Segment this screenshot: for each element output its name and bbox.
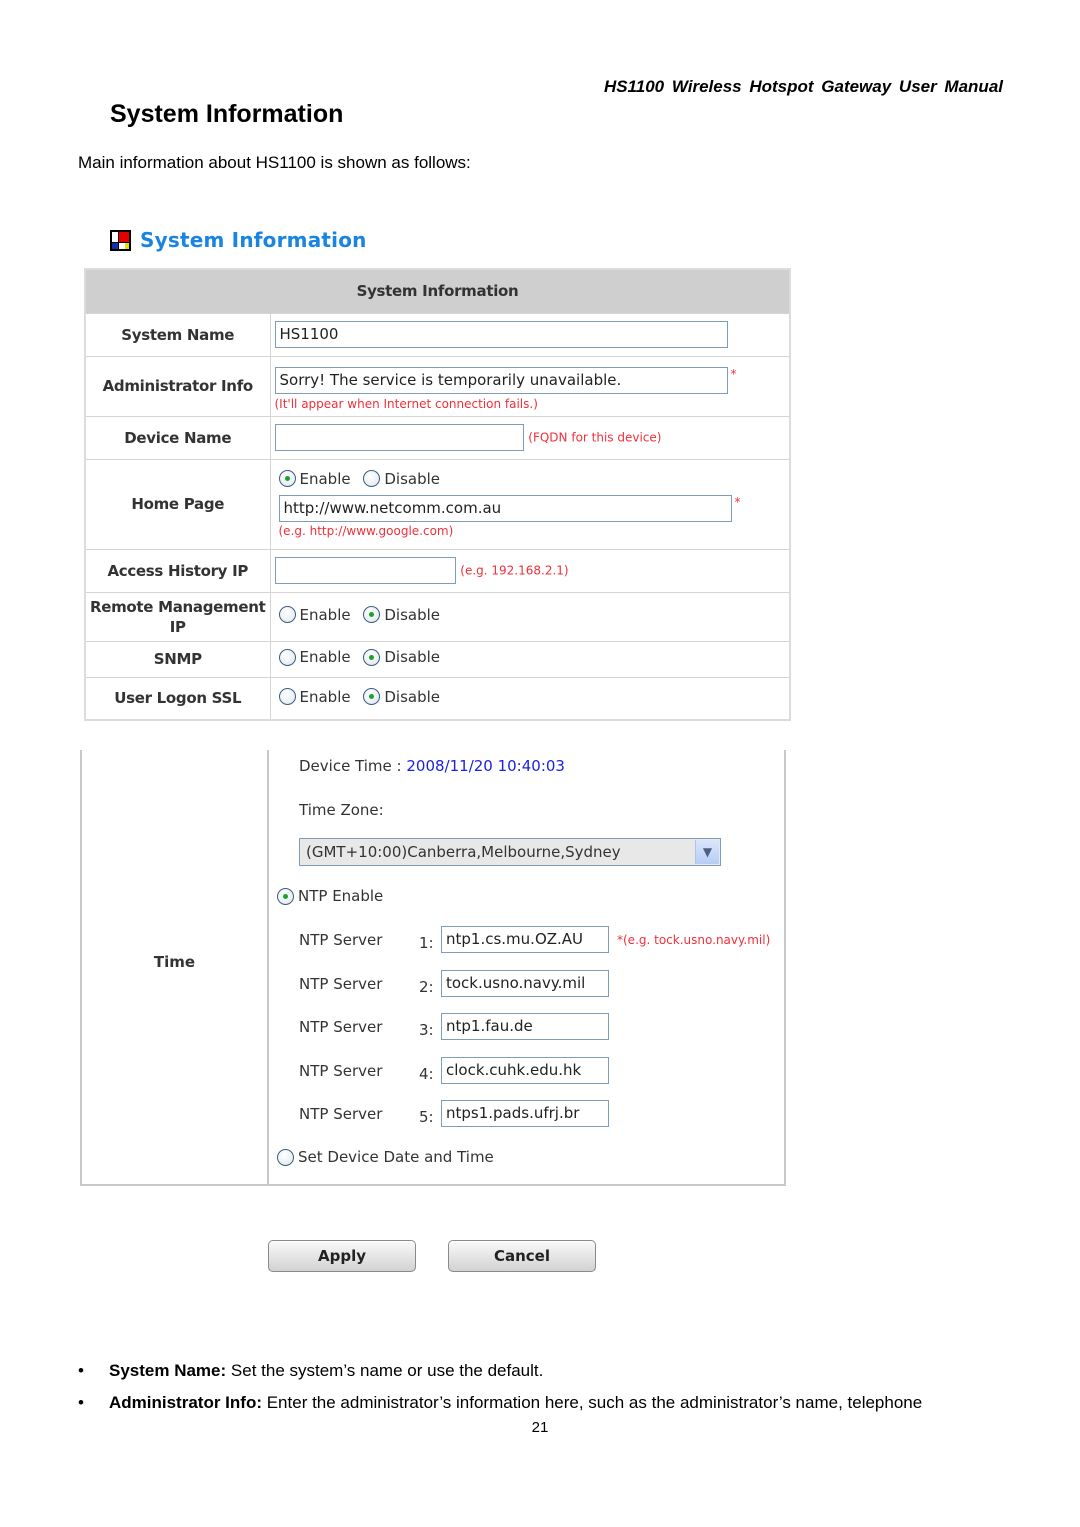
ntp-server-row-3: NTP Server 3: ntp1.fau.de [299, 1013, 609, 1040]
access-history-ip-input[interactable] [274, 557, 456, 584]
snmp-label: SNMP [84, 640, 271, 678]
ui-title-text: System Information [140, 228, 367, 252]
section-title: System Information [110, 100, 344, 128]
set-device-time-option: Set Device Date and Time [277, 1148, 502, 1170]
remote-management-disable-radio[interactable]: Disable [363, 606, 440, 624]
snmp-enable-radio[interactable]: Enable [278, 648, 351, 666]
radio-unselected-icon [363, 470, 381, 488]
ntp-server-row-4: NTP Server 4: clock.cuhk.edu.hk [299, 1057, 609, 1084]
device-time-value: 2008/11/20 10:40:03 [406, 757, 565, 775]
radio-selected-icon [363, 648, 381, 666]
apply-button[interactable]: Apply [268, 1240, 416, 1272]
time-label: Time [153, 953, 196, 971]
intro-text: Main information about HS1100 is shown a… [78, 153, 471, 172]
radio-selected-icon [278, 470, 296, 488]
chevron-down-icon[interactable]: ▼ [695, 840, 719, 864]
home-page-enable-radio[interactable]: Enable [278, 470, 351, 488]
device-name-input[interactable] [274, 424, 524, 451]
row-user-logon-ssl: User Logon SSL Enable Disable [84, 676, 791, 721]
set-device-time-radio[interactable]: Set Device Date and Time [277, 1148, 494, 1166]
user-logon-ssl-label: User Logon SSL [84, 676, 271, 721]
ntp-server-4-input[interactable]: clock.cuhk.edu.hk [441, 1057, 609, 1084]
system-name-label: System Name [84, 312, 271, 357]
ntp-server-1-input[interactable]: ntp1.cs.mu.OZ.AU [441, 926, 609, 953]
radio-selected-icon [363, 688, 381, 705]
radio-selected-icon [363, 606, 381, 624]
radio-unselected-icon [278, 648, 296, 666]
system-information-table: System Information System Name HS1100 Ad… [84, 268, 791, 721]
home-page-disable-radio[interactable]: Disable [363, 470, 440, 488]
ntp-enable-radio[interactable]: NTP Enable [277, 887, 383, 905]
row-device-name: Device Name (FQDN for this device) [84, 415, 791, 460]
required-marker: * [730, 366, 737, 381]
administrator-info-label: Administrator Info [84, 355, 271, 417]
remote-management-ip-label: Remote Management IP [84, 591, 271, 642]
device-name-label: Device Name [84, 415, 271, 460]
row-access-history-ip: Access History IP (e.g. 192.168.2.1) [84, 548, 791, 593]
access-history-ip-hint: (e.g. 192.168.2.1) [460, 563, 569, 578]
page-number: 21 [531, 1419, 549, 1436]
required-marker: * [734, 495, 741, 510]
row-administrator-info: Administrator Info Sorry! The service is… [84, 355, 791, 417]
user-logon-ssl-disable-radio[interactable]: Disable [363, 688, 440, 706]
ui-page-title: System Information [110, 228, 367, 252]
device-name-hint: (FQDN for this device) [528, 430, 662, 445]
row-home-page: Home Page Enable Disable http://www.netc… [84, 458, 791, 550]
radio-unselected-icon [278, 606, 296, 624]
running-header: HS1100 Wireless Hotspot Gateway User Man… [603, 77, 1003, 96]
access-history-ip-label: Access History IP [84, 548, 271, 593]
home-page-url-input[interactable]: http://www.netcomm.com.au [278, 495, 732, 523]
radio-unselected-icon [277, 1148, 294, 1166]
remote-management-enable-radio[interactable]: Enable [278, 606, 351, 624]
device-time: Device Time : 2008/11/20 10:40:03 [299, 757, 565, 775]
system-name-input[interactable]: HS1100 [274, 321, 728, 348]
radio-unselected-icon [278, 688, 296, 705]
row-snmp: SNMP Enable Disable [84, 640, 791, 678]
ntp-server-hint: *(e.g. tock.usno.navy.mil) [617, 932, 771, 947]
ntp-server-row-5: NTP Server 5: ntps1.pads.ufrj.br [299, 1100, 609, 1127]
ntp-server-row-2: NTP Server 2: tock.usno.navy.mil [299, 970, 609, 997]
row-system-name: System Name HS1100 [84, 312, 791, 357]
home-page-hint: (e.g. http://www.google.com) [278, 524, 454, 539]
radio-selected-icon [277, 887, 294, 905]
table-header: System Information [84, 268, 791, 314]
time-settings-panel: Time Device Time : 2008/11/20 10:40:03 T… [80, 750, 786, 1186]
cancel-button[interactable]: Cancel [448, 1240, 596, 1272]
snmp-disable-radio[interactable]: Disable [363, 648, 440, 666]
ntp-server-2-input[interactable]: tock.usno.navy.mil [441, 970, 609, 997]
time-zone-label: Time Zone: [299, 801, 384, 819]
column-divider [267, 750, 269, 1184]
field-descriptions: System Name: Set the system’s name or us… [78, 1360, 1008, 1424]
bullet-system-name: System Name: Set the system’s name or us… [78, 1360, 1008, 1381]
time-zone-select[interactable]: (GMT+10:00)Canberra,Melbourne,Sydney ▼ [299, 838, 721, 866]
row-remote-management-ip: Remote Management IP Enable Disable [84, 591, 791, 642]
mondrian-logo-icon [110, 229, 131, 251]
administrator-info-input[interactable]: Sorry! The service is temporarily unavai… [274, 366, 728, 394]
home-page-label: Home Page [84, 458, 271, 550]
ntp-server-5-input[interactable]: ntps1.pads.ufrj.br [441, 1100, 609, 1127]
ntp-enable-option: NTP Enable [277, 887, 391, 909]
user-logon-ssl-enable-radio[interactable]: Enable [278, 688, 351, 706]
administrator-info-hint: (It'll appear when Internet connection f… [274, 396, 538, 411]
ntp-server-3-input[interactable]: ntp1.fau.de [441, 1013, 609, 1040]
bullet-administrator-info: Administrator Info: Enter the administra… [78, 1392, 1008, 1413]
ntp-server-row-1: NTP Server 1: ntp1.cs.mu.OZ.AU *(e.g. to… [299, 926, 770, 953]
